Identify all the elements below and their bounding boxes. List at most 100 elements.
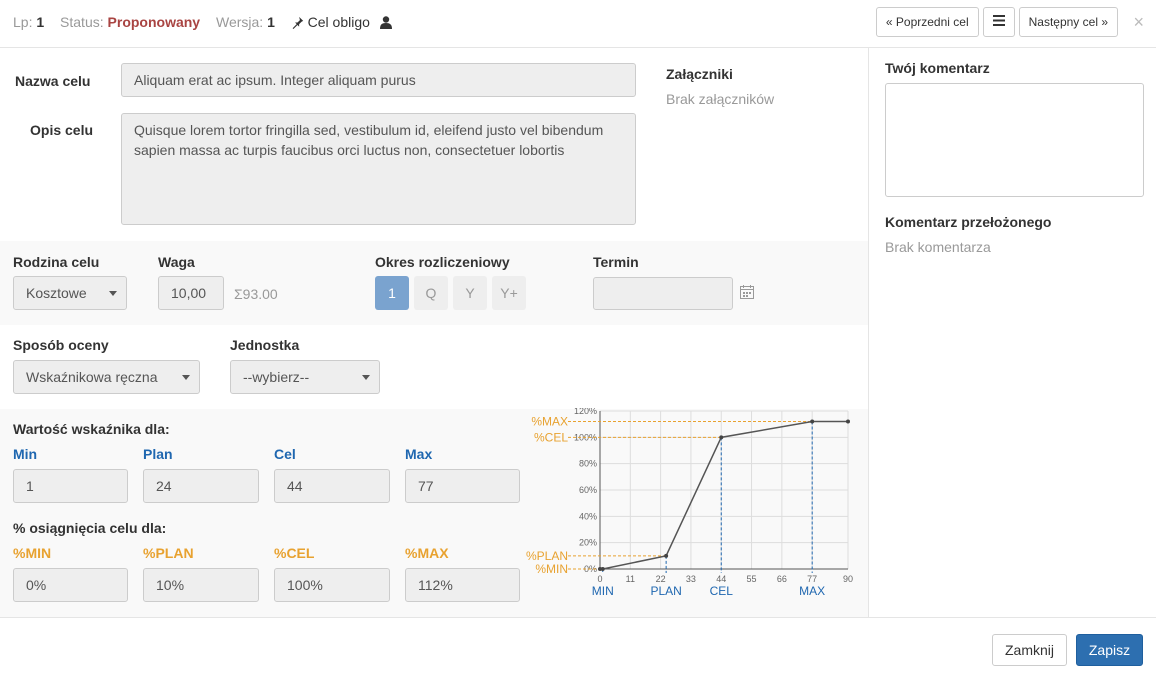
x-marker-label: MAX (799, 584, 825, 598)
pmax-input[interactable]: 112% (405, 568, 520, 602)
x-tick-label: 66 (777, 574, 787, 584)
family-label: Rodzina celu (13, 254, 100, 270)
weight-label: Waga (158, 254, 195, 270)
x-tick-label: 55 (747, 574, 757, 584)
version-value: 1 (267, 14, 275, 30)
close-icon[interactable]: × (1133, 12, 1144, 32)
next-goal-button[interactable]: Następny cel » (1018, 7, 1118, 37)
weight-input[interactable]: 10,00 (158, 276, 224, 310)
close-button[interactable]: Zamknij (992, 634, 1067, 666)
goal-name-input[interactable]: Aliquam erat ac ipsum. Integer aliquam p… (121, 63, 636, 97)
y-marker-label: %PLAN (526, 549, 568, 563)
x-marker-label: CEL (710, 584, 734, 598)
period-option[interactable]: Q (414, 276, 448, 310)
max-label: Max (405, 446, 433, 462)
series-line (600, 420, 848, 570)
pplan-label: %PLAN (143, 545, 194, 561)
x-tick-label: 33 (686, 574, 696, 584)
pplan-input[interactable]: 10% (143, 568, 259, 602)
manager-comment-value: Brak komentarza (885, 239, 991, 255)
pct-title: % osiągnięcia celu dla: (13, 520, 167, 536)
y-tick-label: 20% (579, 538, 597, 548)
data-point (810, 419, 815, 424)
min-input[interactable]: 1 (13, 469, 128, 503)
your-comment-textarea[interactable] (885, 83, 1144, 197)
status-label: Status: (60, 14, 104, 30)
caret-down-icon (362, 375, 370, 380)
period-option[interactable]: Y (453, 276, 487, 310)
version-label: Wersja: (215, 14, 264, 30)
x-tick-label: 90 (843, 574, 853, 584)
max-input[interactable]: 77 (405, 469, 520, 503)
x-tick-label: 44 (716, 574, 726, 584)
hamburger-icon (992, 15, 1005, 29)
user-icon (379, 14, 392, 30)
x-tick-label: 11 (626, 574, 635, 584)
pmin-label: %MIN (13, 545, 52, 561)
period-option[interactable]: 1 (375, 276, 409, 310)
goal-form: Nazwa celu Aliquam erat ac ipsum. Intege… (0, 48, 868, 617)
weight-sum: Σ93.00 (234, 286, 278, 302)
y-tick-label: 40% (579, 511, 597, 521)
method-value: Wskaźnikowa ręczna (26, 369, 158, 385)
y-marker-label: %MAX (531, 415, 568, 429)
values-title: Wartość wskaźnika dla: (13, 421, 170, 437)
status-value: Proponowany (107, 14, 201, 30)
x-marker-label: MIN (592, 584, 614, 598)
period-option[interactable]: Y+ (492, 276, 526, 310)
period-toggle-group: 1 Q Y Y+ (375, 276, 526, 310)
unit-value: --wybierz-- (243, 369, 310, 385)
lp-label: Lp: (13, 14, 33, 30)
deadline-input[interactable] (593, 277, 733, 310)
data-point (719, 435, 724, 440)
unit-select[interactable]: --wybierz-- (230, 360, 380, 394)
goal-name-label: Nazwa celu (15, 73, 91, 89)
your-comment-label: Twój komentarz (885, 60, 990, 76)
x-marker-label: PLAN (650, 584, 681, 598)
pmin-input[interactable]: 0% (13, 568, 128, 602)
family-select[interactable]: Kosztowe (13, 276, 127, 310)
cel-label: Cel (274, 446, 296, 462)
caret-down-icon (182, 375, 190, 380)
x-tick-label: 22 (656, 574, 666, 584)
comments-panel: Twój komentarz Komentarz przełożonego Br… (868, 48, 1156, 617)
y-tick-label: 80% (579, 459, 597, 469)
params-section: Rodzina celu Kosztowe Waga 10,00 Σ93.00 … (0, 241, 868, 325)
save-button[interactable]: Zapisz (1076, 634, 1143, 666)
calendar-icon[interactable] (740, 285, 754, 302)
cel-input[interactable]: 44 (274, 469, 390, 503)
caret-down-icon (109, 291, 117, 296)
lp-value: 1 (36, 14, 45, 30)
x-tick-label: 77 (807, 574, 817, 584)
y-marker-label: %CEL (534, 430, 568, 444)
manager-comment-label: Komentarz przełożonego (885, 214, 1052, 230)
attachments-empty: Brak załączników (666, 91, 775, 107)
goal-description-textarea[interactable]: Quisque lorem tortor fringilla sed, vest… (121, 113, 636, 225)
min-label: Min (13, 446, 38, 462)
family-value: Kosztowe (26, 285, 87, 301)
attachments-label: Załączniki (666, 66, 733, 82)
plan-input[interactable]: 24 (143, 469, 259, 503)
menu-button[interactable] (982, 7, 1015, 37)
goal-description-label: Opis celu (30, 122, 94, 138)
goal-type: Cel obligo (307, 14, 370, 30)
modal-footer: Zamknij Zapisz (0, 617, 1156, 681)
pcel-label: %CEL (274, 545, 315, 561)
pcel-input[interactable]: 100% (274, 568, 390, 602)
method-select[interactable]: Wskaźnikowa ręczna (13, 360, 200, 394)
unit-label: Jednostka (230, 337, 300, 353)
y-tick-label: 120% (574, 408, 597, 416)
period-label: Okres rozliczeniowy (375, 254, 510, 270)
y-tick-label: 60% (579, 485, 597, 495)
goal-meta: Lp: 1 Status: Proponowany Wersja: 1 Cel … (13, 14, 392, 30)
modal-header: Lp: 1 Status: Proponowany Wersja: 1 Cel … (0, 0, 1156, 48)
plan-label: Plan (143, 446, 173, 462)
previous-goal-button[interactable]: « Poprzedni cel (875, 7, 979, 37)
x-tick-label: 0 (597, 574, 602, 584)
data-point (600, 567, 605, 571)
pmax-label: %MAX (405, 545, 449, 561)
y-marker-label: %MIN (535, 562, 568, 576)
data-point (846, 419, 850, 424)
pin-icon (291, 14, 304, 30)
deadline-label: Termin (593, 254, 639, 270)
